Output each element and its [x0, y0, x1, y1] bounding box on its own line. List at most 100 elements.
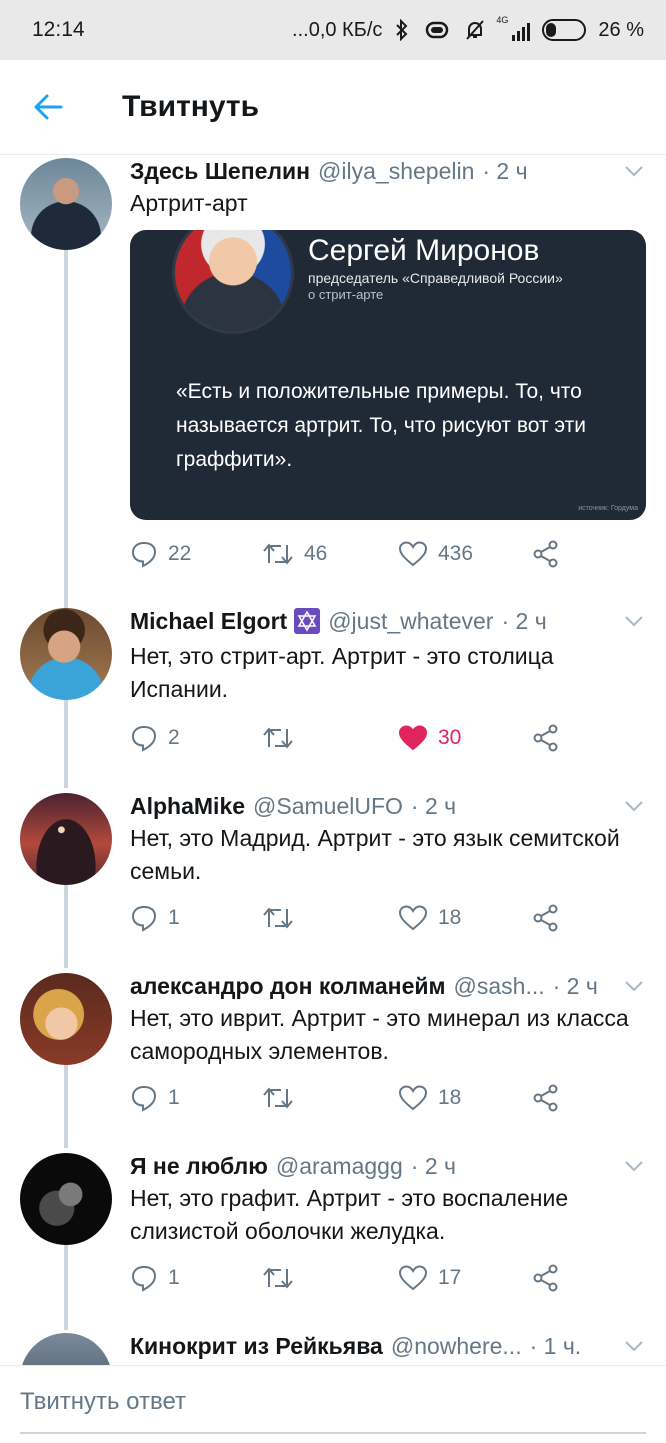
- author-name[interactable]: Я не люблю: [130, 1153, 268, 1180]
- tweet-actions: 1 18: [130, 1080, 570, 1116]
- back-button[interactable]: [18, 77, 78, 137]
- author-handle[interactable]: @SamuelUFO: [253, 793, 403, 820]
- tweet-text: Нет, это графит. Артрит - это воспаление…: [130, 1185, 569, 1244]
- avatar[interactable]: [20, 1333, 112, 1365]
- media-quote: «Есть и положительные примеры. То, что н…: [176, 380, 587, 471]
- tweet[interactable]: Здесь Шепелин @ilya_shepelin · 2 ч Артри…: [0, 155, 666, 605]
- chevron-down-icon[interactable]: [620, 792, 648, 820]
- tweet-time: · 2 ч: [410, 1152, 456, 1179]
- tweet-actions: 2 30: [130, 720, 570, 756]
- retweet-icon[interactable]: [262, 725, 294, 751]
- author-name[interactable]: AlphaMike: [130, 793, 245, 820]
- share-icon[interactable]: [532, 904, 560, 932]
- tweet[interactable]: александро дон колманейм @sash... · 2 ч …: [0, 970, 666, 1150]
- reply-button[interactable]: 1: [130, 1264, 180, 1292]
- retweet-button[interactable]: 46: [262, 541, 327, 567]
- reply-input-underline: [20, 1432, 646, 1434]
- heart-icon[interactable]: [398, 904, 428, 932]
- avatar[interactable]: [20, 1153, 112, 1245]
- media-source: источник: Гордума: [578, 505, 638, 512]
- tweet-actions: 1 18: [130, 900, 570, 936]
- retweet-icon[interactable]: [262, 1265, 294, 1291]
- reply-icon[interactable]: [130, 1264, 158, 1292]
- share-button[interactable]: [532, 724, 560, 752]
- reply-icon[interactable]: [130, 904, 158, 932]
- tweet[interactable]: AlphaMike @SamuelUFO · 2 ч Нет, это Мадр…: [0, 790, 666, 970]
- author-name[interactable]: Кинокрит из Рейкьява: [130, 1333, 383, 1360]
- tweet[interactable]: Кинокрит из Рейкьява @nowhere... · 1 ч.: [0, 1330, 666, 1365]
- share-button[interactable]: [532, 1084, 560, 1112]
- app-header: Твитнуть: [0, 60, 666, 155]
- retweet-button[interactable]: [262, 725, 304, 751]
- chevron-down-icon[interactable]: [620, 1152, 648, 1180]
- author-handle[interactable]: @ilya_shepelin: [318, 158, 474, 185]
- retweet-icon[interactable]: [262, 1085, 294, 1111]
- status-time: 12:14: [32, 18, 85, 41]
- reply-bar: Твитнуть ответ: [0, 1365, 666, 1443]
- reply-input[interactable]: Твитнуть ответ: [20, 1388, 186, 1416]
- share-icon[interactable]: [532, 1084, 560, 1112]
- like-count: 18: [438, 906, 462, 929]
- heart-icon[interactable]: [398, 1084, 428, 1112]
- tweet-time: · 2 ч: [552, 972, 598, 999]
- like-button[interactable]: 30: [398, 724, 461, 752]
- tweet-header: александро дон колманейм @sash... · 2 ч: [130, 970, 648, 1002]
- thread-feed[interactable]: Здесь Шепелин @ilya_shepelin · 2 ч Артри…: [0, 155, 666, 1365]
- tweet[interactable]: Я не люблю @aramaggg · 2 ч Нет, это граф…: [0, 1150, 666, 1330]
- avatar[interactable]: [20, 793, 112, 885]
- tweet-media-card[interactable]: Сергей Миронов председатель «Справедливо…: [130, 230, 646, 520]
- author-name[interactable]: Здесь Шепелин: [130, 158, 310, 185]
- tweet-time: · 2 ч: [410, 792, 457, 819]
- author-handle[interactable]: @aramaggg: [276, 1153, 403, 1180]
- share-icon[interactable]: [532, 540, 560, 568]
- tweet-header: AlphaMike @SamuelUFO · 2 ч: [130, 790, 648, 822]
- portrait-photo: [172, 230, 294, 334]
- chevron-down-icon[interactable]: [620, 607, 648, 635]
- retweet-button[interactable]: [262, 1265, 304, 1291]
- reply-count: 1: [168, 1086, 180, 1109]
- like-button[interactable]: 18: [398, 1084, 461, 1112]
- network-speed: ...0,0 КБ/с: [292, 18, 383, 41]
- author-handle[interactable]: @nowhere...: [391, 1333, 522, 1360]
- heart-filled-icon[interactable]: [398, 724, 428, 752]
- avatar[interactable]: [20, 158, 112, 250]
- retweet-button[interactable]: [262, 905, 304, 931]
- share-icon[interactable]: [532, 724, 560, 752]
- tweet-text: Нет, это Мадрид. Артрит - это язык семит…: [130, 825, 620, 884]
- like-button[interactable]: 18: [398, 904, 461, 932]
- reply-button[interactable]: 22: [130, 540, 191, 568]
- tweet[interactable]: Michael Elgort @just_whatever · 2 ч Нет,…: [0, 605, 666, 785]
- signal-label: 4G: [496, 15, 509, 25]
- chevron-down-icon[interactable]: [620, 157, 648, 185]
- like-button[interactable]: 436: [398, 540, 473, 568]
- reply-button[interactable]: 2: [130, 724, 180, 752]
- reply-icon[interactable]: [130, 724, 158, 752]
- retweet-icon[interactable]: [262, 541, 294, 567]
- share-button[interactable]: [532, 540, 560, 568]
- avatar[interactable]: [20, 608, 112, 700]
- like-button[interactable]: 17: [398, 1264, 461, 1292]
- arrow-left-icon[interactable]: [33, 93, 63, 121]
- share-button[interactable]: [532, 904, 560, 932]
- share-icon[interactable]: [532, 1264, 560, 1292]
- author-handle[interactable]: @sash...: [454, 973, 545, 1000]
- reply-icon[interactable]: [130, 1084, 158, 1112]
- author-name[interactable]: александро дон колманейм: [130, 973, 446, 1000]
- avatar[interactable]: [20, 973, 112, 1065]
- heart-icon[interactable]: [398, 540, 428, 568]
- author-handle[interactable]: @just_whatever: [328, 608, 493, 635]
- chevron-down-icon[interactable]: [620, 972, 648, 1000]
- retweet-button[interactable]: [262, 1085, 304, 1111]
- retweet-icon[interactable]: [262, 905, 294, 931]
- chevron-down-icon[interactable]: [620, 1332, 648, 1360]
- reply-button[interactable]: 1: [130, 904, 180, 932]
- tweet-text: Нет, это иврит. Артрит - это минерал из …: [130, 1005, 629, 1064]
- signal-icon: 4G: [496, 15, 531, 41]
- tweet-text: Нет, это стрит-арт. Артрит - это столица…: [130, 643, 554, 702]
- heart-icon[interactable]: [398, 1264, 428, 1292]
- like-count: 18: [438, 1086, 462, 1109]
- reply-button[interactable]: 1: [130, 1084, 180, 1112]
- share-button[interactable]: [532, 1264, 560, 1292]
- author-name[interactable]: Michael Elgort: [130, 608, 287, 635]
- reply-icon[interactable]: [130, 540, 158, 568]
